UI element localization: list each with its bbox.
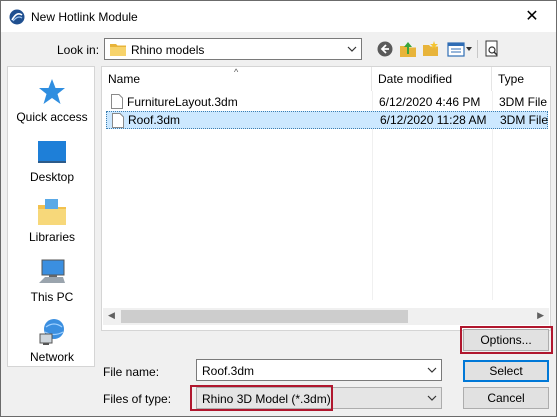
chevron-down-icon [347, 46, 357, 52]
file-list: ^ Name Date modified Type FurnitureLayou… [101, 66, 551, 331]
place-label: Network [29, 350, 74, 364]
file-name-input[interactable]: Roof.3dm [196, 359, 442, 381]
place-label: Desktop [29, 170, 75, 184]
place-libraries[interactable]: Libraries [8, 197, 96, 247]
column-header-type[interactable]: Type [492, 67, 550, 91]
libraries-icon [38, 199, 66, 225]
file-row-roof[interactable]: Roof.3dm 6/12/2020 11:28 AM 3DM File [106, 111, 548, 129]
file-date: 6/12/2020 11:28 AM [380, 113, 487, 127]
file-name-value: Roof.3dm [202, 364, 255, 378]
scrollbar-thumb[interactable] [121, 310, 408, 323]
star-icon [39, 79, 65, 104]
places-bar: Quick access Desktop Libraries This PC N… [7, 66, 95, 367]
file-name: FurnitureLayout.3dm [127, 95, 238, 109]
preview-icon[interactable] [483, 40, 501, 58]
place-label: This PC [30, 290, 74, 304]
file-type-label: Files of type: [103, 392, 172, 406]
chevron-down-icon[interactable] [427, 365, 437, 375]
toolbar-separator [477, 40, 478, 58]
place-network[interactable]: Network [8, 317, 96, 367]
title-bar[interactable]: New Hotlink Module ✕ [1, 1, 556, 32]
file-type: 3DM File [499, 95, 548, 109]
look-in-label: Look in: [57, 43, 100, 57]
place-desktop[interactable]: Desktop [8, 137, 96, 187]
select-button[interactable]: Select [463, 360, 549, 382]
cancel-button[interactable]: Cancel [463, 387, 549, 409]
desktop-icon [38, 141, 66, 163]
dialog-body: Look in: Rhino models Quick access Deskt… [1, 32, 556, 416]
scroll-left-icon[interactable]: ◀ [108, 310, 115, 321]
scroll-right-icon[interactable]: ▶ [537, 310, 544, 321]
file-type: 3DM File [500, 113, 549, 127]
horizontal-scrollbar[interactable]: ◀ ▶ [103, 308, 549, 325]
column-header-date-modified[interactable]: Date modified [372, 67, 492, 91]
place-quick-access[interactable]: Quick access [8, 77, 96, 127]
view-menu-icon[interactable] [447, 40, 473, 58]
column-header-name[interactable]: Name [102, 67, 372, 91]
file-type-highlight-box [190, 385, 333, 411]
file-date: 6/12/2020 4:46 PM [379, 95, 481, 109]
new-folder-icon[interactable] [422, 40, 440, 58]
look-in-value: Rhino models [131, 43, 205, 57]
dialog-window: New Hotlink Module ✕ Look in: Rhino mode… [0, 0, 557, 417]
up-folder-icon[interactable] [399, 40, 417, 58]
back-icon[interactable] [376, 40, 394, 58]
computer-icon [39, 259, 65, 283]
close-button[interactable]: ✕ [521, 7, 543, 27]
file-name: Roof.3dm [128, 113, 181, 127]
folder-icon [110, 44, 126, 56]
file-icon [111, 94, 123, 109]
file-icon [112, 113, 124, 128]
file-name-label: File name: [103, 365, 160, 379]
place-this-pc[interactable]: This PC [8, 257, 96, 307]
file-row-furniturelayout[interactable]: FurnitureLayout.3dm 6/12/2020 4:46 PM 3D… [106, 93, 548, 111]
place-label: Libraries [28, 230, 76, 244]
archicad-app-icon [9, 9, 25, 25]
chevron-down-icon [427, 395, 437, 401]
look-in-dropdown[interactable]: Rhino models [104, 38, 362, 60]
options-button[interactable]: Options... [463, 329, 549, 351]
window-title: New Hotlink Module [31, 10, 138, 24]
place-label: Quick access [16, 110, 88, 124]
network-icon [39, 319, 64, 345]
